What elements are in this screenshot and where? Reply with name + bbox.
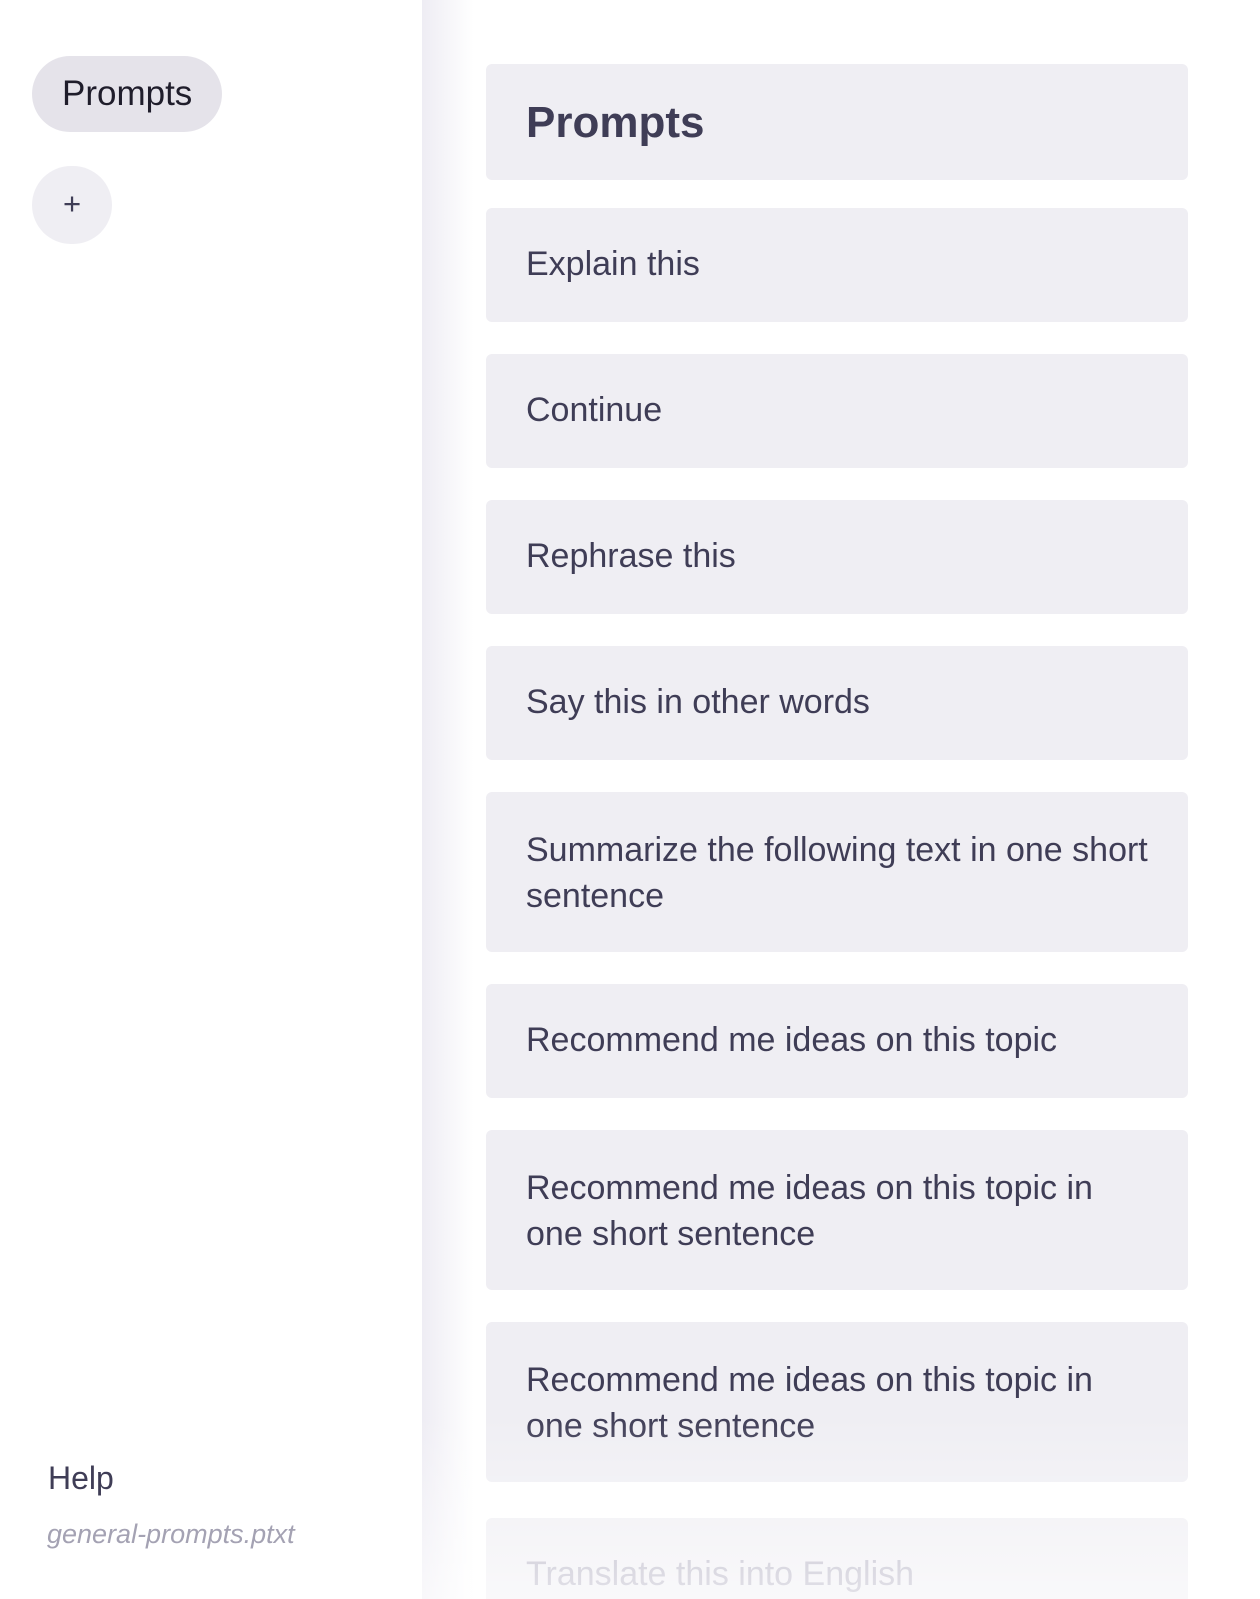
add-prompt-button[interactable]: + <box>32 166 112 244</box>
current-file-name: general-prompts.ptxt <box>47 1519 295 1549</box>
prompt-text: Summarize the following text in one shor… <box>526 831 1148 915</box>
prompt-text: Explain this <box>526 245 700 283</box>
prompt-text: Translate this into English <box>526 1555 915 1593</box>
page-title-card: Prompts <box>486 64 1188 180</box>
prompt-card[interactable]: Summarize the following text in one shor… <box>486 792 1188 952</box>
prompt-card[interactable]: Recommend me ideas on this topic <box>486 984 1188 1098</box>
help-link[interactable]: Help <box>48 1456 114 1500</box>
prompt-text: Recommend me ideas on this topic in one … <box>526 1361 1093 1445</box>
prompt-card[interactable]: Say this in other words <box>486 646 1188 760</box>
prompt-card[interactable]: Recommend me ideas on this topic in one … <box>486 1322 1188 1482</box>
prompt-card[interactable]: Explain this <box>486 208 1188 322</box>
prompt-list-panel: Prompts Explain this Continue Rephrase t… <box>422 0 1260 1599</box>
prompt-text: Rephrase this <box>526 537 736 575</box>
sidebar: Prompts + Help general-prompts.ptxt <box>0 0 420 1599</box>
prompt-card[interactable]: Recommend me ideas on this topic in one … <box>486 1130 1188 1290</box>
sidebar-item-prompts[interactable]: Prompts <box>32 56 223 132</box>
prompt-text: Continue <box>526 391 663 429</box>
prompt-manager-window: Prompts + Help general-prompts.ptxt Prom… <box>0 0 1260 1599</box>
prompt-card[interactable]: Continue <box>486 354 1188 468</box>
prompt-card[interactable]: Rephrase this <box>486 500 1188 614</box>
page-title: Prompts <box>526 98 705 147</box>
prompt-text: Recommend me ideas on this topic in one … <box>526 1169 1093 1253</box>
prompt-card[interactable]: Translate this into English <box>486 1518 1188 1599</box>
prompt-text: Say this in other words <box>526 683 870 721</box>
prompt-text: Recommend me ideas on this topic <box>526 1021 1058 1059</box>
